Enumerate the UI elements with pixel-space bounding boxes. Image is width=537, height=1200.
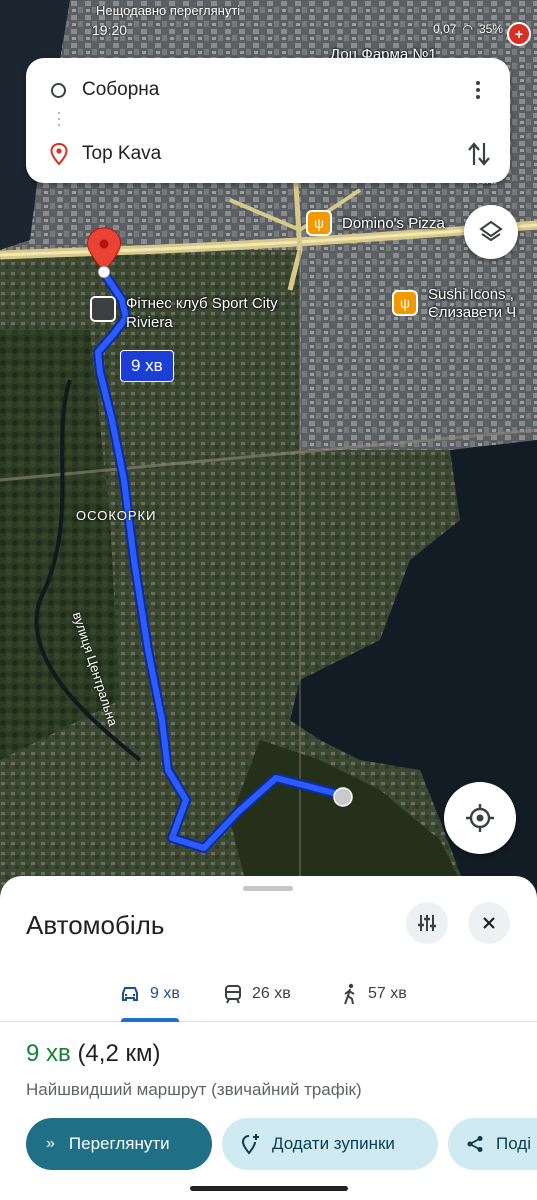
route-dots-icon: [58, 112, 60, 132]
notification-text: Нещодавно переглянуті: [96, 3, 241, 18]
add-stops-button[interactable]: Додати зупинки: [222, 1118, 438, 1170]
walk-icon: [344, 983, 355, 1005]
tab-walking-label: 57 хв: [368, 985, 407, 1002]
crosshair-icon: [466, 804, 494, 832]
satellite-map[interactable]: Нещодавно переглянуті 19:20 0,07 ◠ 35% +…: [0, 0, 537, 900]
destination-row[interactable]: Top Kava: [26, 130, 510, 178]
layers-icon: [479, 220, 503, 242]
preview-button[interactable]: » Переглянути: [26, 1118, 212, 1170]
status-bar: Нещодавно переглянуті 19:20 0,07 ◠ 35% +: [0, 0, 537, 46]
active-tab-indicator: [121, 1018, 179, 1022]
network-speed: 0,07: [433, 22, 457, 36]
route-description: Найшвидший маршрут (звичайний трафік): [26, 1080, 362, 1099]
share-button-label: Поді: [496, 1134, 531, 1153]
restaurant-icon[interactable]: ψ: [306, 210, 332, 236]
close-button[interactable]: [468, 902, 510, 944]
swap-directions-icon[interactable]: [466, 139, 492, 169]
status-icons: 0,07 ◠ 35%: [433, 22, 503, 36]
tab-walking[interactable]: 57 хв: [342, 966, 407, 1022]
tab-driving[interactable]: 9 хв: [120, 966, 180, 1022]
add-stops-button-label: Додати зупинки: [272, 1134, 395, 1153]
car-icon: [122, 987, 138, 1001]
origin-row[interactable]: Соборна: [26, 66, 510, 114]
add-pin-icon: [241, 1134, 259, 1155]
wifi-icon: ◠: [462, 22, 473, 36]
poi-label-gym[interactable]: Фітнес клуб Sport City Riviera: [126, 294, 286, 332]
notification-badge-icon: +: [507, 22, 531, 46]
clock: 19:20: [92, 22, 128, 38]
tab-transit[interactable]: 26 хв: [224, 966, 291, 1022]
chevrons-icon: »: [46, 1135, 55, 1152]
share-button[interactable]: Поді: [448, 1118, 537, 1170]
share-icon: [467, 1136, 483, 1152]
travel-mode-tabs: 9 хв 26 хв 57 хв: [0, 966, 537, 1022]
travel-mode-title: Автомобіль: [26, 910, 165, 940]
destination-field[interactable]: Top Kava: [82, 143, 161, 165]
tab-transit-label: 26 хв: [252, 985, 291, 1002]
poi-label-sushi[interactable]: Sushi Icons , Єлизавети Ч: [428, 286, 536, 326]
route-duration-badge[interactable]: 9 хв: [120, 350, 174, 382]
directions-bottom-sheet: Автомобіль 9 хв 26 хв 57 хв 9 хв (4,2 км…: [0, 876, 537, 1200]
sliders-icon: [418, 915, 436, 931]
more-options-button[interactable]: [466, 75, 490, 105]
route-options-button[interactable]: [406, 902, 448, 944]
sheet-drag-handle[interactable]: [243, 886, 293, 891]
preview-button-label: Переглянути: [68, 1134, 170, 1153]
my-location-button[interactable]: [444, 782, 516, 854]
directions-card: Соборна Top Kava: [26, 58, 510, 183]
home-indicator[interactable]: [190, 1186, 348, 1191]
layers-button[interactable]: [464, 205, 518, 259]
tab-driving-label: 9 хв: [150, 985, 180, 1002]
destination-pin-icon: [50, 143, 68, 165]
transit-icon: [225, 985, 241, 1004]
close-icon: [483, 917, 495, 929]
origin-circle-icon: [51, 82, 66, 98]
route-time: 9 хв: [26, 1040, 71, 1067]
restaurant-icon[interactable]: ψ: [392, 290, 418, 316]
gym-icon[interactable]: [90, 296, 116, 322]
route-distance: (4,2 км): [77, 1040, 161, 1067]
poi-label-dominos[interactable]: Domino's Pizza: [342, 215, 445, 232]
route-summary: 9 хв (4,2 км): [26, 1040, 160, 1068]
district-label: ОСОКОРКИ: [76, 508, 157, 523]
battery-level: 35%: [478, 22, 503, 36]
origin-field[interactable]: Соборна: [82, 79, 159, 101]
